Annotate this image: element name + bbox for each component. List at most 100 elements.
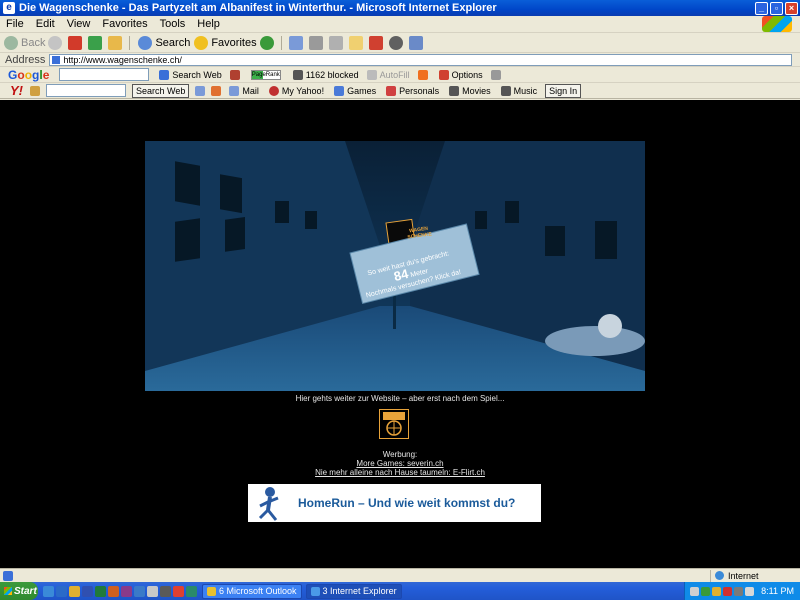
app-quicklaunch-icon[interactable] <box>186 585 197 597</box>
autofill-button[interactable]: AutoFill <box>366 69 410 80</box>
folder-quicklaunch-icon[interactable] <box>69 585 80 597</box>
yahoo-mail-button[interactable]: Mail <box>229 85 259 96</box>
refresh-button[interactable] <box>88 35 103 50</box>
app-quicklaunch-icon[interactable] <box>173 585 184 597</box>
search-button[interactable]: Search <box>138 35 191 50</box>
tray-icon[interactable] <box>690 586 700 596</box>
access-quicklaunch-icon[interactable] <box>121 585 132 597</box>
start-button[interactable]: Start <box>0 582 38 600</box>
media-button[interactable] <box>388 35 403 50</box>
homerun-game[interactable]: WAGEN SCHENKE So weit hast du's gebracht… <box>145 141 645 391</box>
tray-icon[interactable] <box>701 586 711 596</box>
yahoo-sign-in-button[interactable]: Sign In <box>545 83 582 98</box>
favorites-label: Favorites <box>211 36 257 49</box>
tray-icon[interactable] <box>712 586 722 596</box>
outlook-quicklaunch-icon[interactable] <box>134 585 145 597</box>
excel-quicklaunch-icon[interactable] <box>95 585 106 597</box>
start-label: Start <box>14 585 37 597</box>
yahoo-mail-label: Mail <box>242 85 259 96</box>
menu-edit[interactable]: Edit <box>30 18 61 30</box>
options-label: Options <box>451 69 483 80</box>
blocked-count: 1162 blocked <box>305 69 359 80</box>
menu-view[interactable]: View <box>61 18 97 30</box>
yahoo-personals-label: Personals <box>399 85 440 96</box>
maximize-button[interactable]: ▫ <box>770 1 783 15</box>
yahoo-search-input[interactable] <box>46 84 126 97</box>
zone-label: Internet <box>728 570 759 581</box>
address-input[interactable]: http://www.wagenschenke.ch/ <box>49 53 792 66</box>
security-zone: Internet <box>710 569 800 582</box>
back-button[interactable]: Back <box>4 35 45 50</box>
search-label: Search <box>155 36 191 49</box>
ads-block: Werbung: More Games: severin.ch Nie mehr… <box>0 450 800 477</box>
ie-quicklaunch-icon[interactable] <box>43 585 54 597</box>
menu-help[interactable]: Help <box>191 18 226 30</box>
address-label: Address <box>5 53 46 66</box>
edit-button[interactable] <box>328 35 343 50</box>
my-yahoo-button[interactable]: My Yahoo! <box>268 85 324 96</box>
menu-tools[interactable]: Tools <box>154 18 192 30</box>
clock: 8:11 PM <box>761 586 794 596</box>
taskbar-ie-label: 3 Internet Explorer <box>322 586 397 596</box>
google-search-web-button[interactable]: Search Web <box>159 69 222 80</box>
yahoo-movies-label: Movies <box>462 85 491 96</box>
pencil-icon[interactable] <box>30 85 40 96</box>
tray-icon[interactable] <box>723 586 733 596</box>
print-button[interactable] <box>308 35 323 50</box>
options-button[interactable]: Options <box>438 69 483 80</box>
autofill-label: AutoFill <box>379 69 410 80</box>
menu-file[interactable]: File <box>0 18 30 30</box>
blogger-button[interactable] <box>417 69 431 80</box>
taskbar: Start 6 Microsoft Outlook 3 Internet Exp… <box>0 582 800 600</box>
menu-bar: File Edit View Favorites Tools Help <box>0 16 800 33</box>
favorites-button[interactable]: Favorites <box>194 35 257 50</box>
folder-button[interactable] <box>348 35 363 50</box>
close-button[interactable]: × <box>785 1 798 15</box>
menu-favorites[interactable]: Favorites <box>96 18 153 30</box>
history-button[interactable] <box>259 35 274 50</box>
ad-link-eflirt[interactable]: Nie mehr alleine nach Hause taumeln: E-F… <box>0 468 800 477</box>
minimize-button[interactable]: _ <box>755 1 768 15</box>
status-bar: Internet <box>0 568 800 582</box>
personals-icon <box>386 85 397 96</box>
banner-text: HomeRun – Und wie weit kommst du? <box>298 496 516 510</box>
windows-logo-icon <box>762 16 792 32</box>
google-logo[interactable]: Google <box>8 68 49 82</box>
popup-blocker-button[interactable]: 1162 blocked <box>292 69 359 80</box>
mail-button[interactable] <box>288 35 303 50</box>
google-news-button[interactable] <box>229 69 243 80</box>
yahoo-games-button[interactable]: Games <box>334 85 376 96</box>
wagenschenke-logo[interactable] <box>379 409 409 439</box>
stop-button[interactable] <box>68 35 83 50</box>
ad-link-severin[interactable]: More Games: severin.ch <box>0 459 800 468</box>
yahoo-music-button[interactable]: Music <box>500 85 537 96</box>
word-quicklaunch-icon[interactable] <box>82 585 93 597</box>
yahoo-search-web-button[interactable]: Search Web <box>132 83 190 98</box>
google-search-input[interactable] <box>59 68 150 81</box>
continue-text: Hier gehts weiter zur Website – aber ers… <box>295 394 505 403</box>
research-button[interactable] <box>408 35 423 50</box>
messenger-button[interactable] <box>368 35 383 50</box>
highlighter-button[interactable] <box>490 69 504 80</box>
powerpoint-quicklaunch-icon[interactable] <box>108 585 119 597</box>
desktop-quicklaunch-icon[interactable] <box>56 585 67 597</box>
volume-icon[interactable] <box>745 586 755 596</box>
news-icon <box>229 69 240 80</box>
yahoo-logo[interactable]: Y! <box>10 83 23 98</box>
taskbar-ie[interactable]: 3 Internet Explorer <box>305 583 402 599</box>
plus-icon[interactable] <box>211 85 222 96</box>
highlight-icon[interactable] <box>195 85 206 96</box>
app-quicklaunch-icon[interactable] <box>147 585 158 597</box>
forward-button[interactable] <box>48 35 63 50</box>
system-tray: 8:11 PM <box>684 582 800 600</box>
home-button[interactable] <box>108 35 123 50</box>
yahoo-personals-button[interactable]: Personals <box>386 85 440 96</box>
options-icon <box>438 69 449 80</box>
quick-launch <box>42 585 198 597</box>
tray-icon[interactable] <box>734 586 744 596</box>
taskbar-outlook[interactable]: 6 Microsoft Outlook <box>202 583 302 599</box>
app-quicklaunch-icon[interactable] <box>160 585 171 597</box>
homerun-banner[interactable]: HomeRun – Und wie weit kommst du? <box>248 484 541 522</box>
yahoo-movies-button[interactable]: Movies <box>449 85 491 96</box>
google-search-web-label: Search Web <box>172 69 222 80</box>
